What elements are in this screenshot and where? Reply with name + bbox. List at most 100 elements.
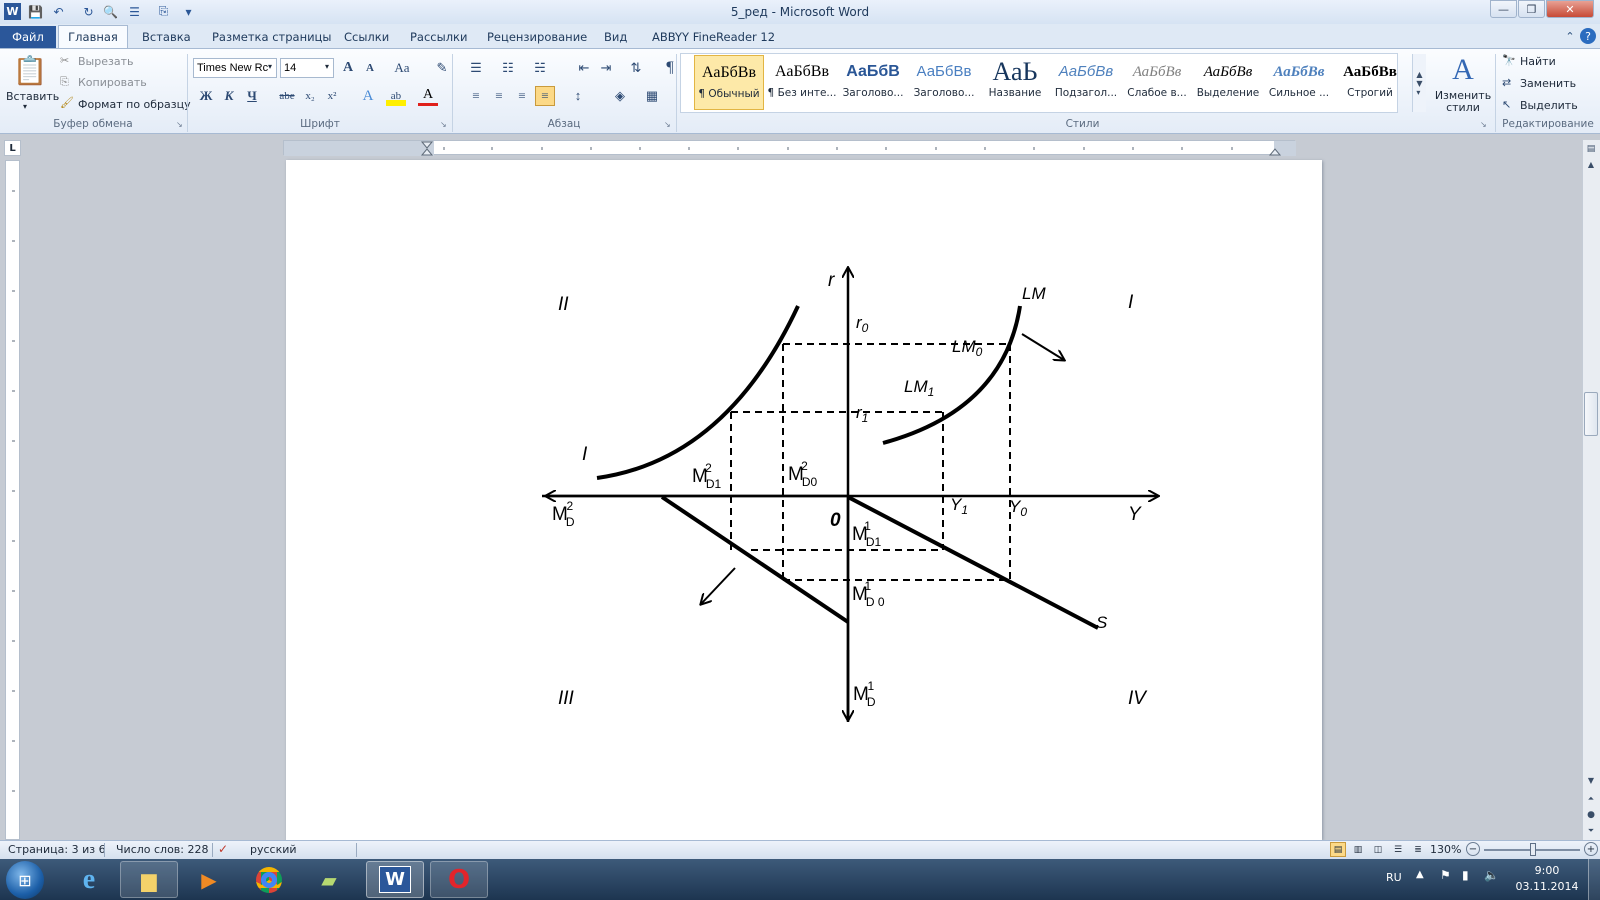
font-launcher-icon[interactable]: ↘ bbox=[440, 120, 447, 129]
shrink-font-icon[interactable]: A bbox=[360, 58, 380, 78]
style-subtitle[interactable]: АаБбВв Подзагол... bbox=[1051, 55, 1121, 110]
vertical-ruler[interactable] bbox=[5, 160, 20, 840]
keyboard-language[interactable]: RU bbox=[1386, 871, 1402, 884]
clock-date[interactable]: 03.11.2014 bbox=[1512, 880, 1582, 893]
style-subtle-emphasis[interactable]: АаБбВв Слабое в... bbox=[1122, 55, 1192, 110]
justify-icon[interactable]: ≡ bbox=[535, 86, 555, 106]
font-color-icon[interactable]: A bbox=[418, 86, 438, 106]
tab-selector-icon[interactable]: L bbox=[4, 140, 21, 156]
style-emphasis[interactable]: АаБбВв Выделение bbox=[1193, 55, 1263, 110]
opera-icon[interactable]: O bbox=[430, 861, 488, 898]
quick-access-icon[interactable]: ⎘ bbox=[155, 3, 172, 20]
tab-insert[interactable]: Вставка bbox=[138, 26, 195, 48]
paste-icon[interactable]: 📋 bbox=[12, 52, 48, 88]
paste-button[interactable]: Вставить bbox=[6, 90, 59, 103]
web-layout-icon[interactable]: ◫ bbox=[1370, 842, 1386, 857]
restore-button[interactable]: ❐ bbox=[1518, 0, 1545, 18]
minimize-ribbon-icon[interactable]: ⌃ bbox=[1562, 28, 1578, 44]
undo-icon[interactable]: ↶ bbox=[50, 3, 67, 20]
style-no-spacing[interactable]: АаБбВв ¶ Без инте... bbox=[767, 55, 837, 110]
scroll-thumb[interactable] bbox=[1584, 392, 1598, 436]
vertical-scrollbar[interactable] bbox=[1582, 140, 1600, 840]
start-button[interactable]: ⊞ bbox=[6, 861, 44, 899]
horizontal-ruler[interactable] bbox=[283, 140, 1296, 156]
scroll-up-icon[interactable]: ▲ bbox=[1584, 158, 1598, 170]
style-strong[interactable]: АаБбВв Строгий bbox=[1335, 55, 1405, 110]
next-page-icon[interactable]: ⏷ bbox=[1584, 824, 1598, 838]
tab-file[interactable]: Файл bbox=[0, 26, 56, 48]
select-button[interactable]: Выделить bbox=[1520, 99, 1578, 112]
paste-dropdown-icon[interactable]: ▾ bbox=[23, 102, 27, 111]
text-effects-icon[interactable]: A bbox=[358, 86, 378, 106]
line-spacing-icon[interactable]: ☰ bbox=[126, 3, 143, 20]
outline-icon[interactable]: ☰ bbox=[1390, 842, 1406, 857]
change-styles-icon[interactable]: A bbox=[1446, 52, 1480, 88]
line-spacing-icon[interactable]: ↕ bbox=[568, 86, 588, 106]
print-preview-icon[interactable]: 🔍 bbox=[102, 3, 119, 20]
cut-button[interactable]: Вырезать bbox=[78, 55, 133, 68]
align-center-icon[interactable]: ≡ bbox=[489, 86, 509, 106]
align-left-icon[interactable]: ≡ bbox=[466, 86, 486, 106]
increase-indent-icon[interactable]: ⇥ bbox=[596, 58, 616, 78]
show-marks-icon[interactable]: ¶ bbox=[660, 58, 680, 78]
redo-icon[interactable]: ↻ bbox=[80, 3, 97, 20]
save-icon[interactable]: 💾 bbox=[27, 3, 44, 20]
align-right-icon[interactable]: ≡ bbox=[512, 86, 532, 106]
font-name-dropdown-icon[interactable]: ▾ bbox=[268, 62, 272, 71]
grow-font-icon[interactable]: A bbox=[338, 58, 358, 78]
media-player-icon[interactable]: ▶ bbox=[180, 861, 238, 898]
full-screen-reading-icon[interactable]: ▥ bbox=[1350, 842, 1366, 857]
shading-icon[interactable]: ◈ bbox=[610, 86, 630, 106]
show-desktop-button[interactable] bbox=[1588, 859, 1600, 900]
notes-icon[interactable]: ▰ bbox=[300, 861, 358, 898]
numbering-icon[interactable]: ☷ bbox=[498, 58, 518, 78]
multilevel-list-icon[interactable]: ☵ bbox=[530, 58, 550, 78]
bullets-icon[interactable]: ☰ bbox=[466, 58, 486, 78]
style-heading-1[interactable]: АаБбВ Заголово... bbox=[838, 55, 908, 110]
styles-scroll[interactable]: ▲ ▼ ▾ bbox=[1412, 54, 1426, 112]
italic-icon[interactable]: К bbox=[219, 86, 239, 106]
explorer-icon[interactable]: ▆ bbox=[120, 861, 178, 898]
close-button[interactable]: ✕ bbox=[1546, 0, 1594, 18]
tab-mailings[interactable]: Рассылки bbox=[406, 26, 471, 48]
tab-review[interactable]: Рецензирование bbox=[483, 26, 591, 48]
change-case-icon[interactable]: Aa bbox=[390, 58, 414, 78]
previous-page-icon[interactable]: ⏶ bbox=[1584, 792, 1598, 806]
spelling-check-icon[interactable]: ✓ bbox=[218, 842, 228, 856]
volume-icon[interactable]: 🔈 bbox=[1484, 868, 1499, 882]
action-center-icon[interactable]: ⚑ bbox=[1440, 868, 1451, 882]
language-indicator[interactable]: русский bbox=[250, 843, 297, 856]
change-styles-button[interactable]: Изменить стили bbox=[1432, 90, 1494, 114]
draft-icon[interactable]: ≣ bbox=[1410, 842, 1426, 857]
zoom-slider-thumb[interactable] bbox=[1530, 843, 1536, 856]
underline-icon[interactable]: Ч bbox=[242, 86, 262, 106]
font-size-dropdown-icon[interactable]: ▾ bbox=[325, 62, 329, 71]
copy-button[interactable]: Копировать bbox=[78, 76, 147, 89]
borders-icon[interactable]: ▦ bbox=[642, 86, 662, 106]
network-icon[interactable]: ▮ bbox=[1462, 868, 1469, 882]
show-hidden-icons-icon[interactable]: ▲ bbox=[1416, 869, 1424, 880]
word-taskbar-icon[interactable]: W bbox=[366, 861, 424, 898]
style-normal[interactable]: АаБбВв ¶ Обычный bbox=[694, 55, 764, 110]
find-button[interactable]: Найти bbox=[1520, 55, 1556, 68]
style-intense-emphasis[interactable]: АаБбВв Сильное ... bbox=[1264, 55, 1334, 110]
minimize-button[interactable]: — bbox=[1490, 0, 1517, 18]
replace-button[interactable]: Заменить bbox=[1520, 77, 1576, 90]
style-heading-2[interactable]: АаБбВв Заголово... bbox=[909, 55, 979, 110]
clock-time[interactable]: 9:00 bbox=[1512, 864, 1582, 877]
tab-page-layout[interactable]: Разметка страницы bbox=[208, 26, 335, 48]
sort-icon[interactable]: ⇅ bbox=[626, 58, 646, 78]
internet-explorer-icon[interactable]: e bbox=[60, 861, 118, 898]
customize-qat-icon[interactable]: ▾ bbox=[180, 3, 197, 20]
ruler-toggle-icon[interactable]: ▤ bbox=[1584, 142, 1598, 156]
superscript-icon[interactable]: x² bbox=[322, 86, 342, 106]
zoom-in-icon[interactable]: + bbox=[1584, 842, 1598, 856]
word-icon[interactable]: W bbox=[4, 3, 21, 20]
style-title[interactable]: АаЬ Название bbox=[980, 55, 1050, 110]
bold-icon[interactable]: Ж bbox=[196, 86, 216, 106]
page-count[interactable]: Страница: 3 из 6 bbox=[8, 843, 106, 856]
browse-object-icon[interactable]: ● bbox=[1584, 808, 1598, 822]
highlight-icon[interactable]: ab bbox=[386, 86, 406, 106]
clear-formatting-icon[interactable]: ✎ bbox=[432, 58, 452, 78]
decrease-indent-icon[interactable]: ⇤ bbox=[574, 58, 594, 78]
